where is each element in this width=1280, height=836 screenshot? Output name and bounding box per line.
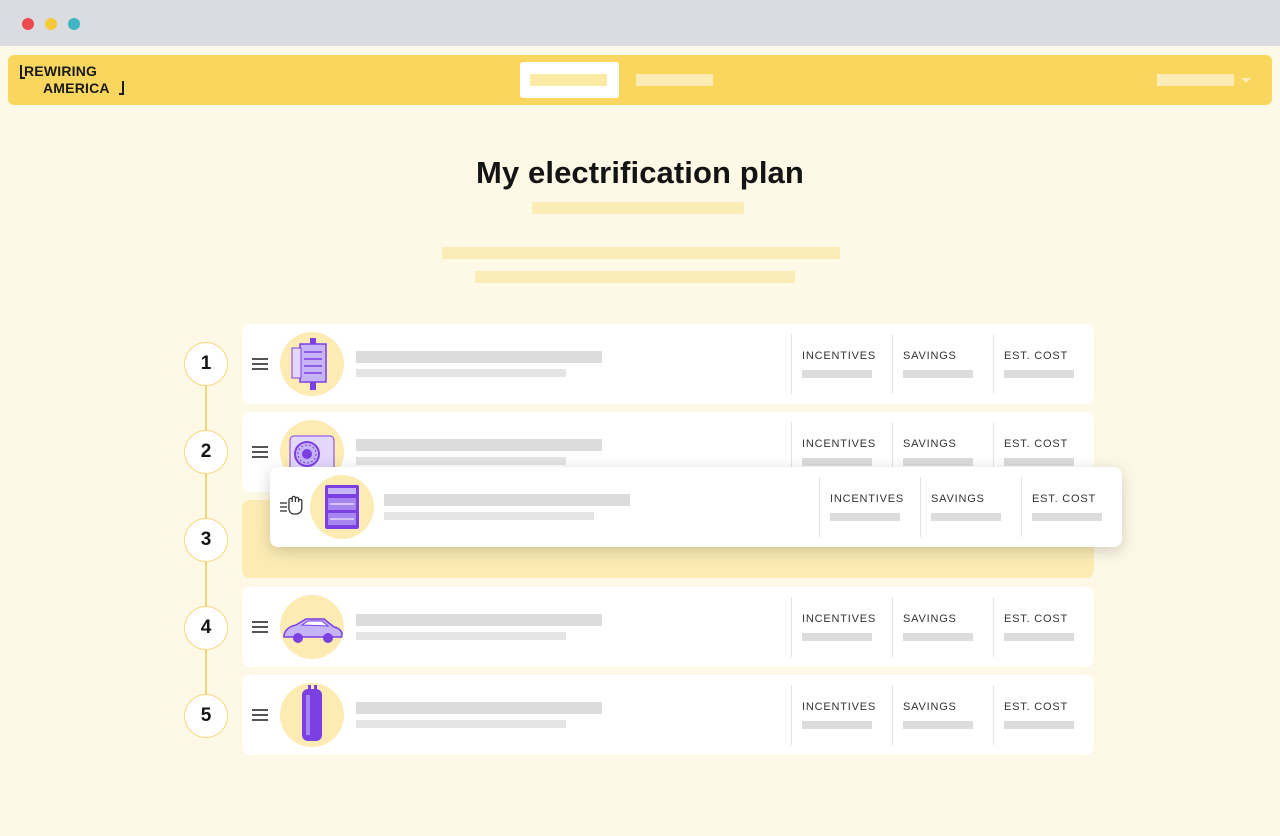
incentives-label: INCENTIVES — [802, 438, 877, 450]
nav-tab-active[interactable] — [520, 62, 619, 98]
item-subtitle-placeholder — [356, 369, 566, 377]
est-cost-value-placeholder — [1004, 633, 1074, 641]
incentives-value-placeholder — [802, 633, 872, 641]
item-subtitle-placeholder — [356, 632, 566, 640]
browser-chrome — [0, 0, 1280, 46]
item-subtitle-placeholder — [384, 512, 594, 520]
step-number: 5 — [184, 694, 228, 738]
est-cost-column: EST. COST — [1021, 477, 1122, 537]
savings-value-placeholder — [903, 721, 973, 729]
est-cost-column: EST. COST — [993, 597, 1094, 657]
incentives-column: INCENTIVES — [791, 597, 892, 657]
incentives-label: INCENTIVES — [802, 350, 877, 362]
electric-car-icon — [280, 595, 344, 659]
item-subtitle-placeholder — [356, 457, 566, 465]
savings-value-placeholder — [903, 370, 973, 378]
incentives-value-placeholder — [802, 721, 872, 729]
savings-value-placeholder — [903, 633, 973, 641]
incentives-value-placeholder — [802, 458, 872, 466]
drag-handle-icon[interactable] — [252, 358, 268, 370]
savings-label: SAVINGS — [903, 350, 957, 362]
est-cost-column: EST. COST — [993, 334, 1094, 394]
est-cost-label: EST. COST — [1004, 613, 1069, 625]
chevron-down-icon[interactable] — [1241, 78, 1251, 83]
savings-value-placeholder — [903, 458, 973, 466]
electrical-panel-icon — [280, 332, 344, 396]
rewiring-america-logo[interactable]: REWIRING AMERICA — [20, 63, 130, 97]
est-cost-value-placeholder — [1004, 458, 1074, 466]
incentives-column: INCENTIVES — [819, 477, 920, 537]
savings-column: SAVINGS — [892, 597, 993, 657]
description-placeholder — [442, 247, 840, 259]
plan-item-card[interactable]: INCENTIVES SAVINGS EST. COST — [242, 675, 1094, 755]
plan-item-card[interactable]: INCENTIVES SAVINGS EST. COST — [242, 587, 1094, 667]
est-cost-column: EST. COST — [993, 685, 1094, 745]
est-cost-label: EST. COST — [1032, 493, 1097, 505]
savings-value-placeholder — [931, 513, 1001, 521]
step-number: 4 — [184, 606, 228, 650]
est-cost-label: EST. COST — [1004, 350, 1069, 362]
item-subtitle-placeholder — [356, 720, 566, 728]
drag-handle-icon[interactable] — [252, 621, 268, 633]
nav-tab[interactable] — [636, 74, 713, 86]
incentives-label: INCENTIVES — [802, 613, 877, 625]
savings-label: SAVINGS — [931, 493, 985, 505]
incentives-label: INCENTIVES — [830, 493, 905, 505]
logo-bracket-icon — [119, 81, 124, 95]
plan-item-card-dragging[interactable]: INCENTIVES SAVINGS EST. COST — [270, 467, 1122, 547]
incentives-label: INCENTIVES — [802, 701, 877, 713]
nav-tab-label-placeholder — [530, 74, 607, 86]
close-window-button[interactable] — [22, 18, 34, 30]
plan-item-card[interactable]: INCENTIVES SAVINGS EST. COST — [242, 324, 1094, 404]
page-title: My electrification plan — [476, 155, 804, 190]
item-title-placeholder — [356, 702, 602, 714]
water-heater-icon — [280, 683, 344, 747]
account-menu[interactable] — [1157, 74, 1234, 86]
description-placeholder — [475, 271, 795, 283]
drag-handle-icon[interactable] — [252, 446, 268, 458]
induction-stove-icon — [310, 475, 374, 539]
step-number: 1 — [184, 342, 228, 386]
drag-handle-icon[interactable] — [252, 709, 268, 721]
savings-column: SAVINGS — [920, 477, 1021, 537]
savings-label: SAVINGS — [903, 438, 957, 450]
savings-label: SAVINGS — [903, 701, 957, 713]
incentives-column: INCENTIVES — [791, 685, 892, 745]
est-cost-value-placeholder — [1004, 370, 1074, 378]
grab-hand-icon[interactable] — [279, 493, 305, 517]
savings-column: SAVINGS — [892, 334, 993, 394]
maximize-window-button[interactable] — [68, 18, 80, 30]
savings-label: SAVINGS — [903, 613, 957, 625]
incentives-column: INCENTIVES — [791, 334, 892, 394]
est-cost-value-placeholder — [1032, 513, 1102, 521]
minimize-window-button[interactable] — [45, 18, 57, 30]
item-title-placeholder — [384, 494, 630, 506]
app-header: REWIRING AMERICA — [8, 55, 1272, 105]
item-title-placeholder — [356, 614, 602, 626]
est-cost-label: EST. COST — [1004, 438, 1069, 450]
logo-line1: REWIRING — [24, 63, 98, 79]
incentives-value-placeholder — [802, 370, 872, 378]
step-number: 3 — [184, 518, 228, 562]
est-cost-value-placeholder — [1004, 721, 1074, 729]
est-cost-label: EST. COST — [1004, 701, 1069, 713]
item-title-placeholder — [356, 351, 602, 363]
item-title-placeholder — [356, 439, 602, 451]
logo-line2: AMERICA — [43, 80, 110, 96]
incentives-value-placeholder — [830, 513, 900, 521]
step-number: 2 — [184, 430, 228, 474]
savings-column: SAVINGS — [892, 685, 993, 745]
subtitle-placeholder — [532, 202, 744, 214]
